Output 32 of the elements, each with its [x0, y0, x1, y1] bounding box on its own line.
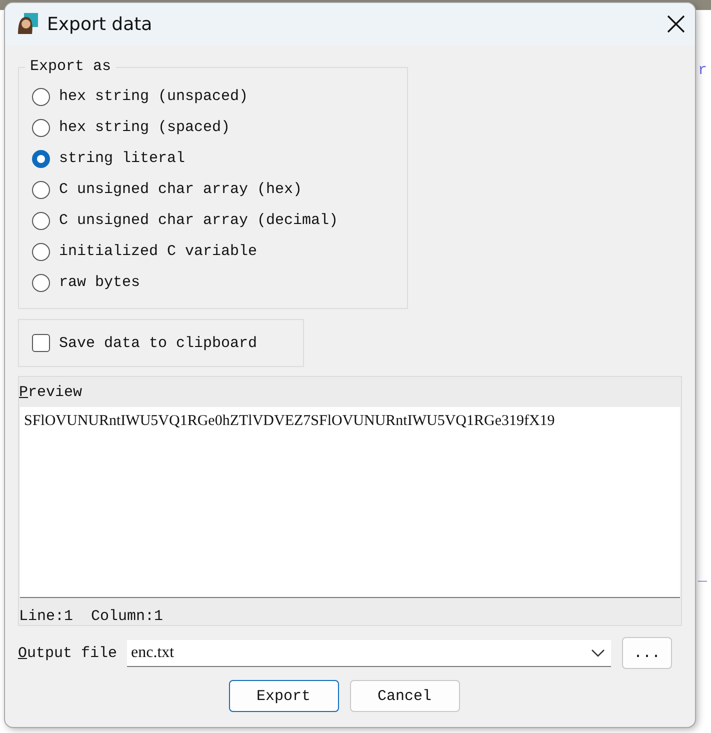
preview-text: SFlOVUNURntIWU5VQ1RGe0hZTlVDVEZ7SFlOVUNURntIWU5VQ1RGe319fX19 — [24, 413, 555, 429]
window-title: Export data — [47, 14, 154, 34]
radio-button[interactable] — [32, 88, 50, 106]
chevron-down-icon[interactable] — [591, 648, 606, 658]
radio-button[interactable] — [32, 274, 50, 292]
group-title: Export as — [25, 58, 116, 75]
radio-label: C unsigned char array (decimal) — [59, 212, 338, 229]
close-icon[interactable] — [665, 13, 687, 35]
background-code-text: _ — [698, 568, 708, 585]
cursor-position-status: Line:1 Column:1 — [19, 608, 164, 625]
browse-button[interactable]: ... — [622, 637, 672, 669]
background-code-text: r — [698, 62, 708, 79]
checkbox-label: Save data to clipboard — [59, 334, 258, 352]
output-file-combo[interactable]: enc.txt — [127, 640, 612, 666]
radio-label: hex string (spaced) — [59, 119, 230, 136]
preview-title: Preview — [19, 384, 82, 400]
radio-label: initialized C variable — [59, 243, 258, 260]
radio-label: raw bytes — [59, 274, 140, 291]
dialog-button[interactable]: Cancel — [350, 680, 460, 712]
radio-label: string literal — [59, 150, 186, 167]
output-file-label: Output file — [18, 644, 118, 662]
app-icon — [15, 12, 39, 36]
radio-button[interactable] — [32, 150, 50, 168]
dialog-button[interactable]: Export — [228, 680, 338, 712]
checkbox[interactable] — [32, 334, 50, 352]
radio-button[interactable] — [32, 118, 50, 136]
preview-text-area[interactable]: SFlOVUNURntIWU5VQ1RGe0hZTlVDVEZ7SFlOVUNURntIWU5VQ1RGe319fX19 — [20, 407, 680, 598]
radio-label: hex string (unspaced) — [59, 88, 248, 105]
radio-button[interactable] — [32, 212, 50, 230]
radio-button[interactable] — [32, 180, 50, 198]
radio-label: C unsigned char array (hex) — [59, 181, 302, 198]
radio-button[interactable] — [32, 242, 50, 260]
